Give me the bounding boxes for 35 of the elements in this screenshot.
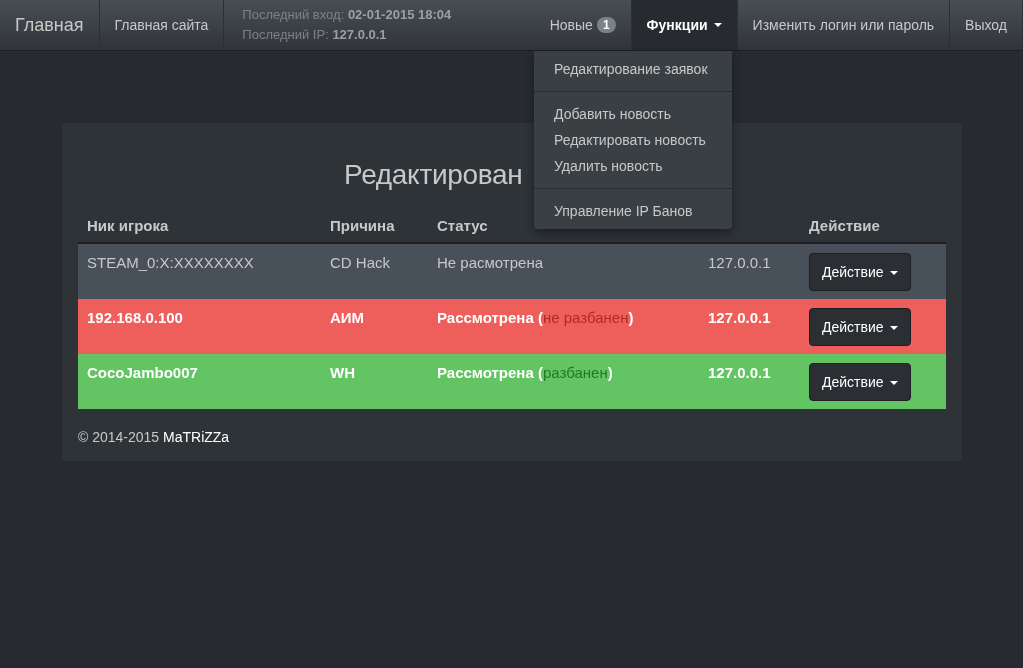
table-cell: Рассмотрена (разбанен) xyxy=(428,354,699,409)
action-dropdown-button[interactable]: Действие xyxy=(809,253,911,291)
caret-icon xyxy=(889,326,898,331)
table-cell: WH xyxy=(321,354,428,409)
nav-link[interactable]: Главная сайта xyxy=(99,0,225,50)
menu-item[interactable]: Редактировать новость xyxy=(534,127,732,153)
action-dropdown-button[interactable]: Действие xyxy=(809,308,911,346)
table-cell: 192.168.0.100 xyxy=(78,299,321,354)
count-badge: 1 xyxy=(596,17,616,33)
page-title: Редактирован xyxy=(344,158,523,192)
brand-link[interactable]: Главная xyxy=(0,0,100,50)
menu-item[interactable]: Редактирование заявок xyxy=(534,56,732,82)
caret-icon xyxy=(713,23,722,27)
login-info-text: Последний IP: 127.0.0.1 xyxy=(242,26,388,44)
table-cell: 127.0.0.1 xyxy=(699,354,800,409)
menu-item[interactable]: Удалить новость xyxy=(534,153,732,179)
nav-link[interactable]: Изменить логин или пароль xyxy=(737,0,951,50)
table-cell: Не расмотрена xyxy=(428,244,699,299)
copyright-text: © 2014-2015 MaTRiZZa xyxy=(78,429,231,445)
table-cell: STEAM_0:X:XXXXXXXX xyxy=(78,244,321,299)
news-link[interactable]: Новые 1 xyxy=(534,0,632,50)
functions-menu-toggle[interactable]: Функции xyxy=(631,0,738,50)
caret-icon xyxy=(889,271,898,276)
table-cell: CocoJambo007 xyxy=(78,354,321,409)
login-info-text: Последний вход: 02-01-2015 18:04 xyxy=(242,6,452,24)
nav-link[interactable]: Выход xyxy=(950,0,1023,50)
table-cell: 127.0.0.1 xyxy=(699,244,800,299)
table-cell: CD Hack xyxy=(321,244,428,299)
table-cell: АИМ xyxy=(321,299,428,354)
author-link[interactable]: MaTRiZZa xyxy=(163,429,230,445)
action-dropdown-button[interactable]: Действие xyxy=(809,363,911,401)
table-cell: Рассмотрена (не разбанен) xyxy=(428,299,699,354)
table-cell: 127.0.0.1 xyxy=(699,299,800,354)
menu-item[interactable]: Добавить новость xyxy=(534,101,732,127)
caret-icon xyxy=(889,381,898,386)
